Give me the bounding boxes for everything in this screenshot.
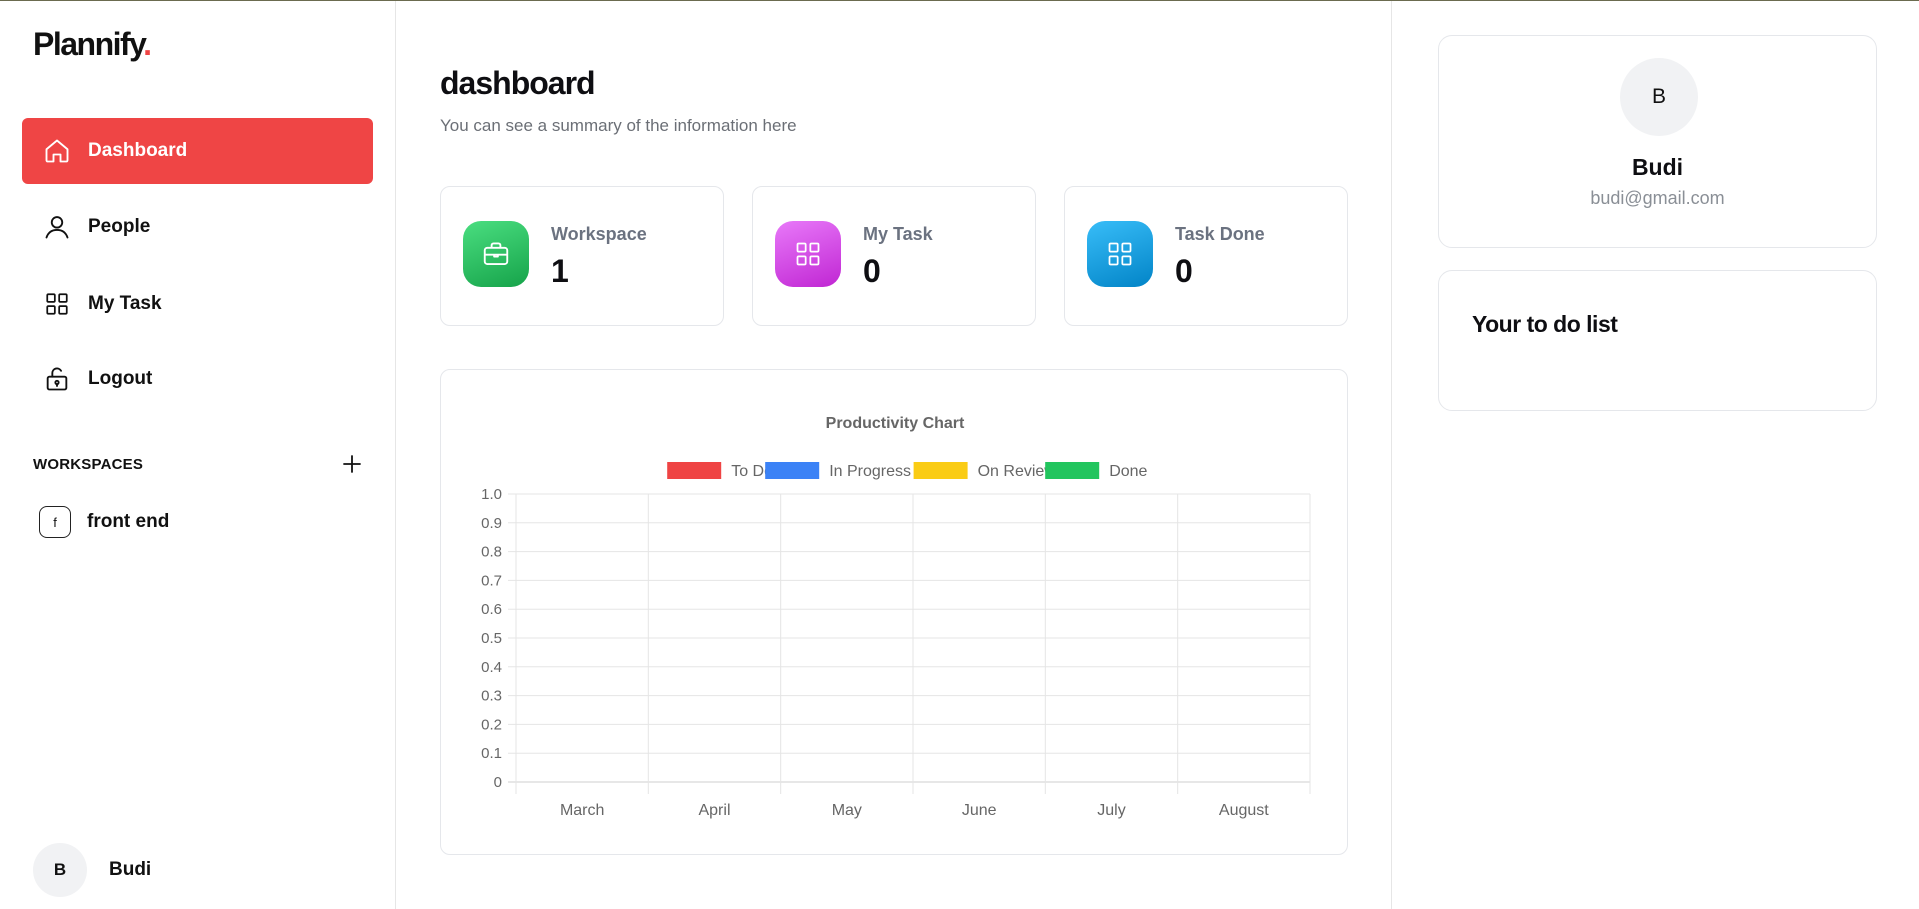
y-tick-label: 0 bbox=[494, 774, 502, 791]
todo-card: Your to do list bbox=[1438, 270, 1877, 411]
productivity-chart: Productivity ChartTo Do In Progress On Rev… bbox=[481, 415, 1311, 819]
stat-value: 1 bbox=[551, 253, 569, 289]
stat-label: Task Done bbox=[1175, 224, 1265, 244]
stat-card-workspace[interactable]: Workspace 1 bbox=[440, 186, 724, 326]
x-tick-label: June bbox=[962, 802, 997, 819]
stat-value: 0 bbox=[1175, 253, 1193, 289]
sidebar-item-logout[interactable]: Logout bbox=[22, 346, 373, 412]
sidebar: Plannify. Dashboard People My Task Logou… bbox=[0, 1, 396, 909]
stat-value: 0 bbox=[863, 253, 881, 289]
legend-label: In Progress bbox=[829, 463, 911, 480]
legend-swatch bbox=[765, 462, 820, 479]
grid-icon bbox=[1087, 221, 1153, 287]
y-tick-label: 0.4 bbox=[481, 659, 502, 676]
chart-title: Productivity Chart bbox=[826, 415, 965, 432]
y-tick-label: 0.7 bbox=[481, 572, 502, 589]
user-name: Budi bbox=[109, 859, 152, 880]
x-tick-label: May bbox=[832, 802, 862, 819]
y-tick-label: 0.8 bbox=[481, 544, 502, 561]
x-tick-label: August bbox=[1219, 802, 1269, 819]
y-tick-label: 0.5 bbox=[481, 630, 502, 647]
sidebar-item-my-task[interactable]: My Task bbox=[22, 271, 373, 337]
grid-icon bbox=[42, 289, 72, 319]
workspace-item-front-end[interactable]: f front end bbox=[39, 506, 169, 538]
main-content: dashboard You can see a summary of the i… bbox=[396, 1, 1392, 909]
x-tick-label: April bbox=[698, 802, 730, 819]
y-tick-label: 0.3 bbox=[481, 688, 502, 705]
legend-swatch bbox=[1045, 462, 1100, 479]
workspace-label: front end bbox=[87, 511, 170, 532]
sidebar-item-label: Dashboard bbox=[88, 140, 188, 161]
legend-label: On Review bbox=[978, 463, 1057, 480]
page-subtitle: You can see a summary of the information… bbox=[440, 116, 797, 135]
legend-label: Done bbox=[1109, 463, 1147, 480]
plus-icon[interactable] bbox=[341, 453, 363, 475]
user-icon bbox=[42, 212, 72, 242]
sidebar-item-dashboard[interactable]: Dashboard bbox=[22, 118, 373, 184]
sidebar-user[interactable]: B Budi bbox=[33, 843, 151, 897]
legend-swatch bbox=[913, 462, 968, 479]
sidebar-item-label: Logout bbox=[88, 368, 153, 389]
profile-card: B Budi budi@gmail.com bbox=[1438, 35, 1877, 248]
x-tick-label: July bbox=[1097, 802, 1125, 819]
page-title: dashboard bbox=[440, 65, 596, 101]
avatar: B bbox=[33, 843, 87, 897]
y-tick-label: 1.0 bbox=[481, 486, 502, 503]
legend-swatch bbox=[667, 462, 722, 479]
sidebar-item-label: People bbox=[88, 216, 151, 237]
stat-label: My Task bbox=[863, 224, 933, 244]
workspaces-header: WORKSPACES bbox=[33, 453, 363, 475]
stat-card-my-task[interactable]: My Task 0 bbox=[752, 186, 1036, 326]
stat-card-task-done[interactable]: Task Done 0 bbox=[1064, 186, 1348, 326]
unlock-icon bbox=[42, 364, 72, 394]
avatar[interactable]: B bbox=[1620, 58, 1698, 136]
y-tick-label: 0.1 bbox=[481, 745, 502, 762]
stat-label: Workspace bbox=[551, 224, 647, 244]
logo-dot: . bbox=[143, 26, 152, 62]
right-panel: B Budi budi@gmail.com Your to do list bbox=[1392, 1, 1919, 909]
briefcase-icon bbox=[463, 221, 529, 287]
productivity-chart-card: Productivity Chart To Do In Progress On Rev… bbox=[440, 369, 1348, 855]
y-tick-label: 0.2 bbox=[481, 716, 502, 733]
sidebar-item-label: My Task bbox=[88, 293, 162, 314]
y-tick-label: 0.6 bbox=[481, 601, 502, 618]
app-logo[interactable]: Plannify. bbox=[33, 26, 152, 63]
home-icon bbox=[42, 136, 72, 166]
logo-text: Plannify bbox=[33, 26, 145, 62]
profile-name: Budi bbox=[1631, 154, 1684, 180]
x-tick-label: March bbox=[560, 802, 604, 819]
sidebar-item-people[interactable]: People bbox=[22, 194, 373, 260]
grid-icon bbox=[775, 221, 841, 287]
workspace-badge: f bbox=[39, 506, 71, 538]
todo-title: Your to do list bbox=[1472, 311, 1618, 337]
y-tick-label: 0.9 bbox=[481, 515, 502, 532]
profile-email: budi@gmail.com bbox=[1590, 188, 1725, 208]
workspaces-title: WORKSPACES bbox=[33, 455, 144, 473]
